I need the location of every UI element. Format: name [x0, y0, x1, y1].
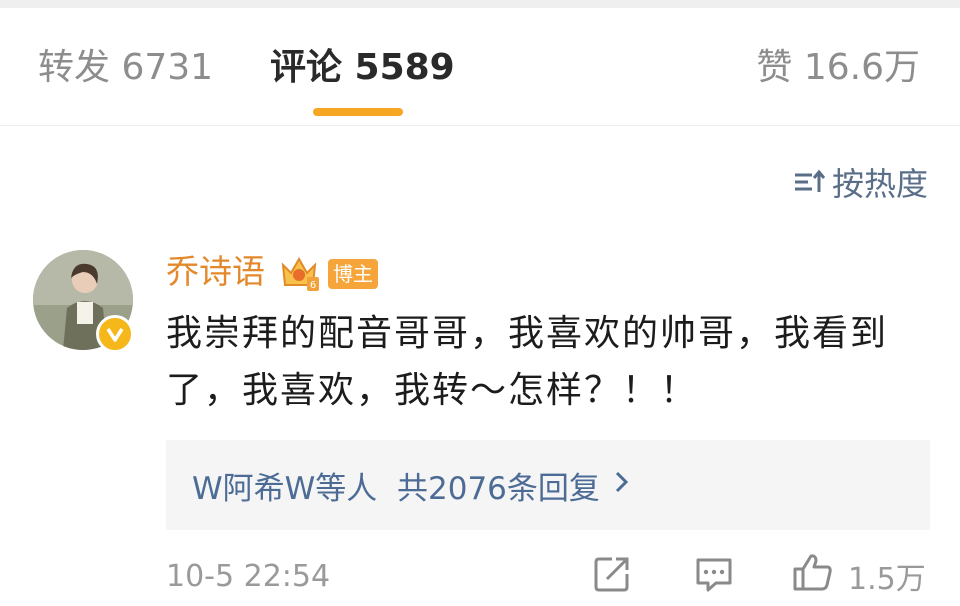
replies-label: W阿希W等人 共2076条回复 [192, 470, 600, 507]
crown-icon: 6 [279, 253, 319, 291]
replies-link[interactable]: W阿希W等人 共2076条回复 [166, 440, 930, 530]
verified-icon [96, 315, 134, 353]
tab-repost[interactable]: 转发 6731 [38, 46, 213, 90]
like-icon [792, 552, 834, 600]
reply-icon [694, 554, 734, 598]
reply-button[interactable] [694, 554, 734, 598]
share-button[interactable] [592, 554, 632, 598]
chevron-right-icon [614, 467, 630, 503]
tab-comment[interactable]: 评论 5589 [270, 46, 455, 90]
comment-text: 我崇拜的配音哥哥，我喜欢的帅哥，我看到了，我喜欢，我转～怎样？！！ [166, 313, 889, 411]
active-tab-indicator [313, 108, 403, 116]
sort-button[interactable]: 按热度 [792, 160, 928, 204]
username[interactable]: 乔诗语 [166, 250, 265, 294]
tab-like[interactable]: 赞 16.6万 [756, 46, 920, 90]
owner-tag: 博主 [328, 259, 378, 289]
svg-text:6: 6 [310, 280, 316, 291]
sort-label: 按热度 [831, 165, 928, 203]
share-icon [592, 554, 632, 598]
tab-bar: 转发 6731 评论 5589 赞 16.6万 [0, 8, 960, 126]
sort-icon [792, 167, 826, 197]
like-button[interactable]: 1.5万 [792, 554, 926, 598]
like-count: 1.5万 [848, 562, 926, 597]
timestamp: 10-5 22:54 [166, 559, 331, 594]
top-divider-band [0, 0, 960, 8]
